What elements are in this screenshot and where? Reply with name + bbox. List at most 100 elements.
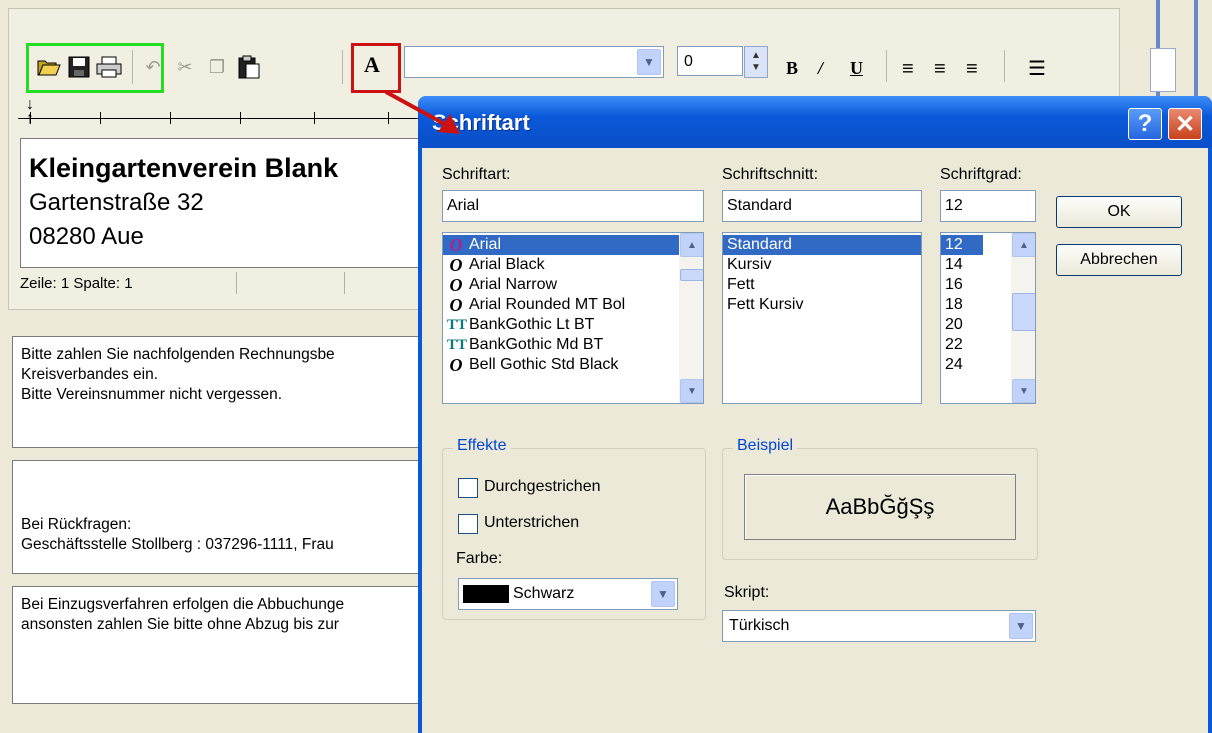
status-bar: Zeile: 1 Spalte: 1: [20, 275, 133, 292]
font-sample: AaBbĞğŞş: [744, 474, 1016, 540]
address-line: Kleingartenverein Blank: [29, 153, 339, 183]
help-button[interactable]: ?: [1128, 108, 1162, 140]
list-item[interactable]: Fett: [723, 275, 921, 295]
scroll-up-icon[interactable]: ▲: [680, 233, 703, 257]
cancel-button[interactable]: Abbrechen: [1056, 244, 1182, 276]
text-line: Bei Rückfragen:: [21, 516, 132, 533]
style-label: Schriftschnitt:: [722, 166, 819, 183]
color-label: Farbe:: [456, 550, 503, 567]
list-item[interactable]: Fett Kursiv: [723, 295, 921, 315]
underline-icon[interactable]: U: [850, 58, 863, 79]
font-label: Schriftart:: [442, 166, 511, 183]
copy-icon[interactable]: ❐: [202, 52, 232, 82]
style-input[interactable]: Standard: [722, 190, 922, 222]
text-line: Bitte zahlen Sie nachfolgenden Rechnungs…: [21, 346, 335, 363]
ruler: ↓↑: [18, 97, 418, 130]
text-line: ansonsten zahlen Sie bitte ohne Abzug bi…: [21, 616, 339, 633]
font-list-item[interactable]: O Arial Rounded MT Bol: [443, 295, 703, 315]
opentype-font-icon: O: [449, 235, 463, 255]
align-right-icon[interactable]: ≡: [966, 58, 978, 81]
font-name: BankGothic Md BT: [469, 336, 604, 353]
font-name: Arial: [469, 236, 502, 253]
script-select[interactable]: Türkisch ▼: [722, 610, 1036, 642]
font-name: Arial Black: [469, 256, 545, 273]
address-line: Gartenstraße 32: [29, 189, 204, 216]
size-spinner[interactable]: ▲ ▼: [744, 46, 768, 78]
scroll-up-icon[interactable]: ▲: [1012, 233, 1035, 257]
color-value: Schwarz: [513, 585, 575, 602]
spin-up-icon[interactable]: ▲: [751, 50, 761, 62]
font-list-item[interactable]: TT BankGothic Md BT: [443, 335, 703, 355]
font-name: Bell Gothic Std Black: [469, 356, 619, 373]
text-line: Bitte Vereinsnummer nicht vergessen.: [21, 386, 283, 403]
list-icon[interactable]: ☰: [1028, 56, 1046, 81]
align-center-icon[interactable]: ≡: [934, 58, 946, 81]
font-dialog: Schriftart ? ✕ Schriftart: Arial O Arial O…: [418, 96, 1212, 733]
font-list-item[interactable]: O Bell Gothic Std Black: [443, 355, 703, 375]
align-left-icon[interactable]: ≡: [902, 58, 914, 81]
strikethrough-label: Durchgestrichen: [484, 478, 601, 495]
font-list-item[interactable]: O Arial Black: [443, 255, 703, 275]
size-list-scrollbar[interactable]: ▲ ▼: [1011, 233, 1035, 403]
opentype-font-icon: O: [449, 275, 463, 295]
text-box-payment[interactable]: Bitte zahlen Sie nachfolgenden Rechnungs…: [12, 336, 424, 448]
text-box-debit[interactable]: Bei Einzugsverfahren erfolgen die Abbuch…: [12, 586, 424, 704]
list-item[interactable]: Kursiv: [723, 255, 921, 275]
spin-down-icon[interactable]: ▼: [751, 62, 761, 74]
style-list[interactable]: Standard Kursiv Fett Fett Kursiv: [722, 232, 922, 404]
size-list[interactable]: 12 14 16 18 20 22 24 ▲ ▼: [940, 232, 1036, 404]
truetype-font-icon: TT: [447, 337, 468, 353]
font-size-field[interactable]: 0: [677, 46, 743, 76]
font-name-input[interactable]: Arial: [442, 190, 704, 222]
scroll-thumb[interactable]: [680, 269, 703, 281]
font-name: Arial Rounded MT Bol: [469, 296, 626, 313]
list-item[interactable]: 12: [941, 235, 983, 255]
font-name: BankGothic Lt BT: [469, 316, 595, 333]
address-editor[interactable]: Kleingartenverein Blank Gartenstraße 32 …: [20, 138, 422, 268]
effects-title: Effekte: [453, 437, 511, 455]
text-line: Bei Einzugsverfahren erfolgen die Abbuch…: [21, 596, 345, 613]
text-line: Kreisverbandes ein.: [21, 366, 158, 383]
opentype-font-icon: O: [449, 295, 463, 315]
chevron-down-icon[interactable]: ▼: [1009, 613, 1033, 639]
dialog-titlebar[interactable]: Schriftart ? ✕: [418, 96, 1212, 148]
underline-label: Unterstrichen: [484, 514, 580, 531]
list-item[interactable]: Standard: [723, 235, 921, 255]
address-line: 08280 Aue: [29, 223, 144, 250]
file-buttons-highlight: [26, 43, 164, 93]
size-label: Schriftgrad:: [940, 166, 1022, 183]
scroll-down-icon[interactable]: ▼: [680, 379, 703, 403]
sample-title: Beispiel: [733, 437, 798, 455]
close-button[interactable]: ✕: [1168, 108, 1202, 140]
script-label: Skript:: [724, 584, 770, 601]
font-name-combo[interactable]: ▼: [404, 46, 664, 78]
annotation-arrow: [385, 90, 460, 134]
font-list-item[interactable]: O Arial: [443, 235, 703, 255]
text-box-contact[interactable]: Bei Rückfragen: Geschäftsstelle Stollber…: [12, 460, 424, 574]
font-list-item[interactable]: O Arial Narrow: [443, 275, 703, 295]
paste-icon[interactable]: [234, 52, 264, 82]
truetype-font-icon: TT: [447, 317, 468, 333]
scroll-thumb[interactable]: [1012, 293, 1035, 331]
chevron-down-icon[interactable]: ▼: [637, 49, 661, 75]
script-value: Türkisch: [729, 617, 790, 634]
underline-checkbox[interactable]: [458, 514, 478, 534]
bold-icon[interactable]: B: [786, 58, 798, 79]
font-list-scrollbar[interactable]: ▲ ▼: [679, 233, 703, 403]
size-input[interactable]: 12: [940, 190, 1036, 222]
font-list-item[interactable]: TT BankGothic Lt BT: [443, 315, 703, 335]
strikethrough-checkbox[interactable]: [458, 478, 478, 498]
opentype-font-icon: O: [449, 255, 463, 275]
dialog-body: Schriftart: Arial O Arial O Arial Black O Ari…: [422, 148, 1208, 733]
cut-icon[interactable]: ✂: [170, 52, 200, 82]
opentype-font-icon: O: [449, 355, 463, 375]
scroll-down-icon[interactable]: ▼: [1012, 379, 1035, 403]
font-list[interactable]: O Arial O Arial Black O Arial Narrow O Arial Ro…: [442, 232, 704, 404]
chevron-down-icon[interactable]: ▼: [651, 581, 675, 607]
color-select[interactable]: Schwarz ▼: [458, 578, 678, 610]
color-swatch: [463, 584, 509, 603]
ok-button[interactable]: OK: [1056, 196, 1182, 228]
text-line: Geschäftsstelle Stollberg : 037296-1111,…: [21, 536, 334, 553]
italic-icon[interactable]: /: [818, 58, 823, 79]
font-name: Arial Narrow: [469, 276, 558, 293]
